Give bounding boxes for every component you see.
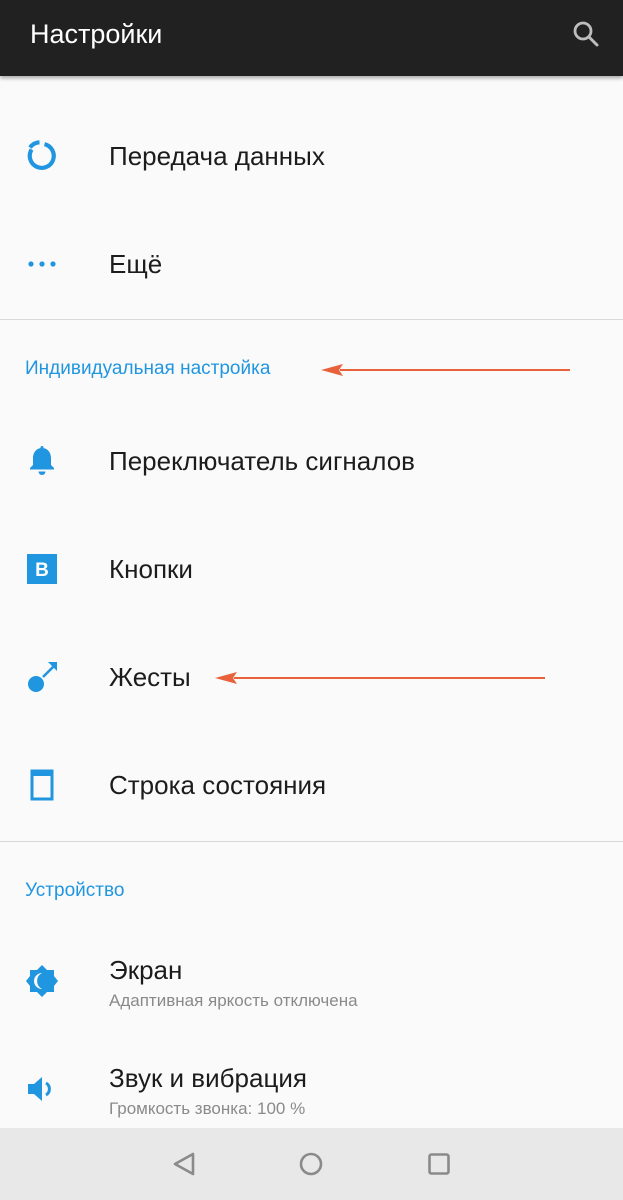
brightness-icon: [24, 963, 60, 999]
divider: [0, 319, 623, 320]
home-button[interactable]: [289, 1142, 333, 1186]
item-title: Передача данных: [109, 141, 325, 171]
item-title: Жесты: [109, 662, 191, 692]
bell-icon: [24, 443, 60, 479]
status-bar-icon: [24, 767, 60, 803]
annotation-arrow: [215, 672, 545, 684]
settings-item-data-usage[interactable]: Передача данных: [0, 102, 623, 210]
item-subtitle: Громкость звонка: 100 %: [109, 1099, 306, 1118]
settings-item-display[interactable]: Экран Адаптивная яркость отключена: [0, 930, 623, 1038]
search-button[interactable]: [566, 14, 606, 54]
section-header-personalization: Индивидуальная настройка: [25, 358, 271, 379]
settings-item-status-bar[interactable]: Строка состояния: [0, 731, 623, 839]
settings-item-buttons[interactable]: B Кнопки: [0, 515, 623, 623]
annotation-arrow: [321, 364, 570, 376]
section-header-device: Устройство: [25, 880, 125, 901]
app-bar: Настройки: [0, 0, 623, 76]
divider: [0, 841, 623, 842]
home-circle-icon: [299, 1152, 323, 1176]
back-button[interactable]: [162, 1142, 206, 1186]
item-title: Строка состояния: [109, 770, 327, 800]
back-triangle-icon: [173, 1152, 195, 1176]
item-title: Кнопки: [109, 554, 193, 584]
volume-icon: [24, 1071, 60, 1107]
gesture-icon: [24, 659, 60, 695]
recents-square-icon: [428, 1153, 450, 1175]
item-subtitle: Адаптивная яркость отключена: [109, 991, 358, 1010]
item-title: Звук и вибрация: [109, 1063, 307, 1093]
settings-item-sound[interactable]: Звук и вибрация Громкость звонка: 100 %: [0, 1038, 623, 1128]
item-title: Переключатель сигналов: [109, 446, 415, 476]
settings-item-more[interactable]: Ещё: [0, 210, 623, 318]
data-usage-icon: [24, 138, 60, 174]
item-title: Ещё: [109, 249, 163, 279]
page-title: Настройки: [30, 19, 163, 49]
search-icon: [573, 21, 599, 47]
navigation-bar: [0, 1128, 623, 1200]
recents-button[interactable]: [417, 1142, 461, 1186]
more-horiz-icon: [24, 246, 60, 282]
svg-text:B: B: [35, 560, 49, 581]
item-title: Экран: [109, 955, 183, 985]
buttons-icon: B: [24, 551, 60, 587]
settings-item-alert-slider[interactable]: Переключатель сигналов: [0, 407, 623, 515]
